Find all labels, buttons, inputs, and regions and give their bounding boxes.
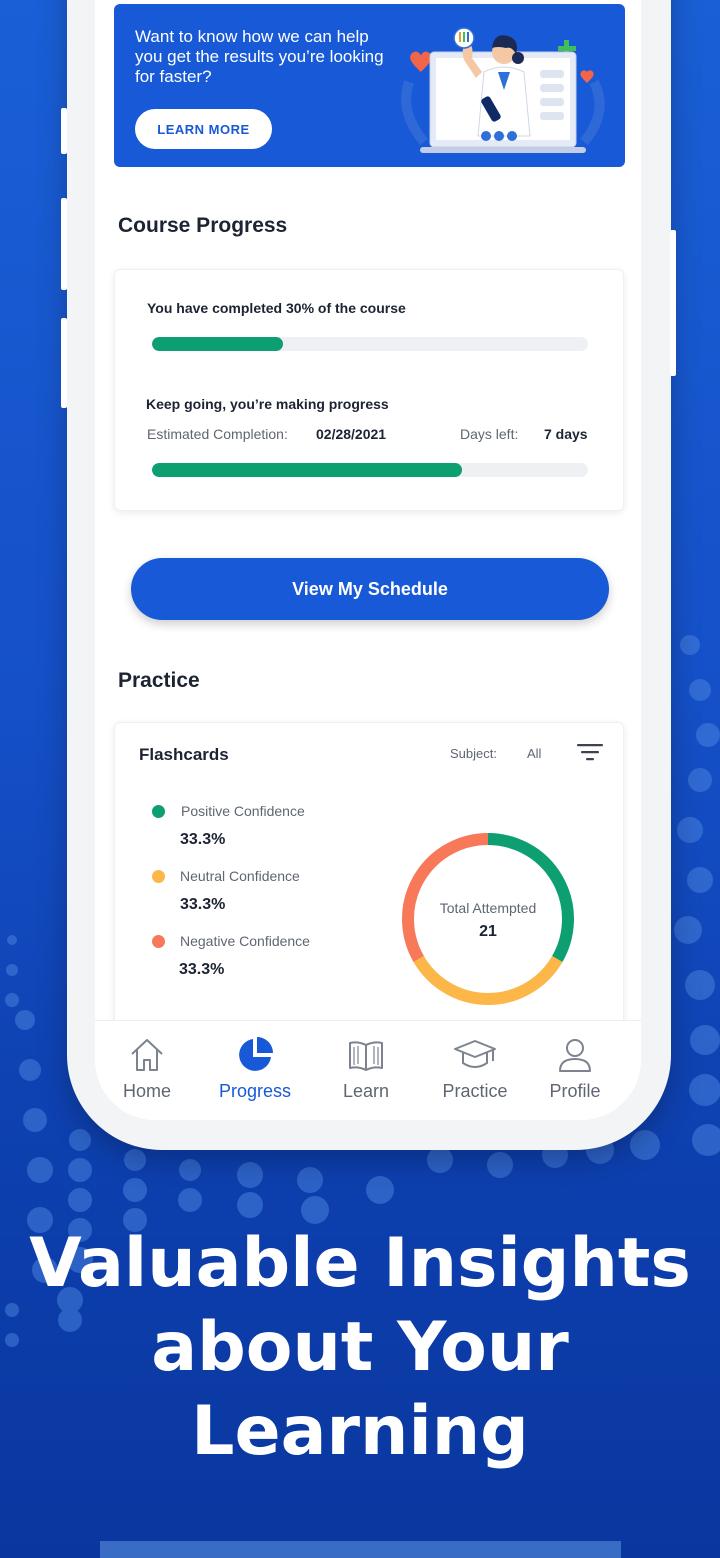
positive-confidence-label: Positive Confidence: [181, 803, 305, 819]
book-icon: [349, 1041, 383, 1071]
course-progress-title: Course Progress: [118, 214, 288, 237]
phone-side-button: [61, 108, 67, 154]
pie-chart-icon: [239, 1037, 273, 1071]
marketing-headline: Valuable Insights about Your Learning: [0, 1222, 720, 1474]
encouragement-text: Keep going, you’re making progress: [146, 396, 389, 412]
subject-label: Subject:: [450, 746, 497, 761]
neutral-confidence-dot: [152, 870, 165, 883]
completion-text: You have completed 30% of the course: [147, 300, 406, 316]
doctor-video-call-illustration: [401, 27, 605, 153]
schedule-progress-bar: [152, 463, 588, 477]
nav-practice-label: Practice: [442, 1081, 508, 1101]
view-schedule-button[interactable]: View My Schedule: [131, 558, 609, 620]
flashcards-card: Flashcards Subject: All Positive Confide…: [114, 722, 624, 1044]
bottom-decor-bar: [100, 1541, 621, 1558]
nav-profile[interactable]: Profile: [530, 1035, 620, 1102]
nav-practice[interactable]: Practice: [430, 1035, 520, 1102]
estimated-completion-value: 02/28/2021: [316, 426, 387, 442]
nav-progress-label: Progress: [218, 1081, 292, 1101]
headline-line-3: Learning: [191, 1392, 529, 1471]
promo-banner: Want to know how we can help you get the…: [114, 4, 625, 167]
donut-segment-negative: [402, 833, 489, 962]
banner-text: Want to know how we can help you get the…: [135, 27, 384, 86]
phone-side-button: [61, 318, 67, 408]
estimated-completion-label: Estimated Completion:: [147, 426, 288, 442]
phone-side-button: [61, 198, 67, 290]
flashcards-title: Flashcards: [139, 745, 229, 764]
positive-confidence-value: 33.3%: [180, 831, 226, 848]
home-icon: [131, 1039, 163, 1071]
completion-progress-bar: [152, 337, 588, 351]
user-icon: [559, 1039, 591, 1072]
neutral-confidence-label: Neutral Confidence: [180, 868, 300, 884]
negative-confidence-label: Negative Confidence: [180, 933, 310, 949]
donut-center-value: 21: [479, 923, 497, 940]
donut-center-label: Total Attempted: [439, 900, 537, 916]
headline-line-2: about Your: [151, 1308, 569, 1387]
nav-home-label: Home: [122, 1081, 171, 1101]
positive-confidence-dot: [152, 805, 165, 818]
nav-home[interactable]: Home: [102, 1035, 192, 1102]
days-left-value: 7 days: [544, 426, 588, 442]
course-progress-card: You have completed 30% of the course Kee…: [114, 269, 624, 511]
nav-progress[interactable]: Progress: [210, 1035, 300, 1102]
practice-title: Practice: [118, 669, 200, 692]
learn-more-button[interactable]: LEARN MORE: [135, 109, 272, 149]
nav-learn[interactable]: Learn: [321, 1035, 411, 1102]
nav-learn-label: Learn: [342, 1081, 390, 1101]
subject-value[interactable]: All: [527, 746, 541, 761]
headline-line-1: Valuable Insights: [29, 1224, 691, 1303]
phone-side-button: [670, 230, 676, 376]
negative-confidence-dot: [152, 935, 165, 948]
confidence-donut-chart: [402, 833, 574, 1005]
filter-icon[interactable]: [576, 741, 604, 763]
neutral-confidence-value: 33.3%: [180, 896, 226, 913]
completion-progress-fill: [152, 337, 283, 351]
app-screen: Want to know how we can help you get the…: [95, 0, 641, 1120]
negative-confidence-value: 33.3%: [179, 961, 225, 978]
bottom-navigation: Home Progress Learn Practice Profile: [95, 1020, 641, 1120]
donut-segment-neutral: [413, 955, 563, 1005]
days-left-label: Days left:: [460, 426, 519, 442]
nav-profile-label: Profile: [549, 1081, 601, 1101]
graduation-cap-icon: [454, 1040, 496, 1068]
schedule-progress-fill: [152, 463, 462, 477]
donut-segment-positive: [487, 833, 574, 962]
